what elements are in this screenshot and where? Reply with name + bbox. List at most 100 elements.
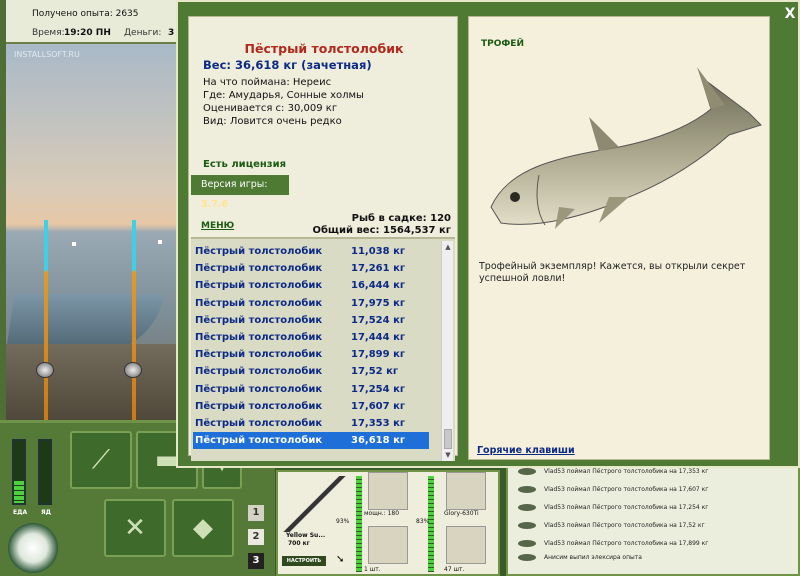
rarity-info: Вид: Ловится очень редко — [203, 116, 342, 127]
fish-icon: ◆ — [193, 513, 213, 543]
catch-fish-name: Пёстрый толстолобик — [195, 280, 323, 292]
catch-row[interactable]: Пёстрый толстолобик 11,038 кг — [193, 243, 429, 260]
catch-weight: 11,038 кг — [351, 246, 406, 257]
log-item: Vlad53 поймал Пёстрого толстолобика на 1… — [518, 500, 708, 514]
catch-weight: 17,899 кг — [351, 349, 406, 361]
rod-durability-bar — [356, 476, 362, 572]
catch-row[interactable]: Пёстрый толстолобик 17,899 кг — [193, 346, 429, 363]
catch-weight: 17,254 кг — [351, 383, 406, 395]
food-level — [14, 481, 24, 503]
fishing-scene[interactable]: INSTALLSOFT.RU — [6, 44, 176, 420]
reel-slot[interactable] — [368, 472, 408, 510]
catch-row[interactable]: Пёстрый толстолобик 17,52 кг — [193, 363, 429, 380]
float-marker — [72, 242, 76, 246]
keepnet-count: Рыб в садке: 120 — [351, 213, 451, 224]
page-button-2[interactable]: 2 — [248, 529, 264, 545]
location-info: Где: Амударья, Сонные холмы — [203, 90, 364, 101]
food-gauge — [12, 439, 26, 505]
scrollbar[interactable]: ▲ ▼ — [441, 241, 453, 461]
rod-weight: 700 кг — [288, 540, 310, 547]
catch-row[interactable]: Пёстрый толстолобик 17,254 кг — [193, 381, 429, 398]
fish-icon — [518, 553, 536, 561]
fish-weight: Вес: 36,618 кг (зачетная) — [203, 58, 372, 72]
line-slot[interactable] — [446, 472, 486, 510]
catch-row[interactable]: Пёстрый толстолобик 17,607 кг — [193, 398, 429, 415]
catch-fish-name: Пёстрый толстолобик — [195, 383, 323, 395]
bait-slot[interactable] — [446, 526, 486, 564]
version-value: 3.7.6 — [201, 199, 229, 210]
catch-weight: 17,261 кг — [351, 263, 406, 275]
menu-link[interactable]: МЕНЮ — [201, 221, 234, 231]
float-marker — [158, 240, 162, 244]
catch-row[interactable]: Пёстрый толстолобик 17,261 кг — [193, 260, 429, 277]
catch-weight: 17,353 кг — [351, 418, 406, 429]
fish-name: Пёстрый толстолобик — [244, 41, 404, 56]
catch-row[interactable]: Пёстрый толстолобик 17,353 кг — [193, 415, 429, 432]
catch-row[interactable]: Пёстрый толстолобик 17,524 кг — [193, 312, 429, 329]
reel-icon — [36, 362, 54, 378]
scroll-thumb[interactable] — [444, 429, 452, 449]
poison-label: ЯД — [41, 509, 51, 516]
fish-icon — [518, 503, 536, 511]
log-item: Vlad53 поймал Пёстрого толстолобика на 1… — [518, 482, 708, 496]
fishing-rod-2[interactable] — [132, 220, 136, 420]
time-label: Время: — [32, 28, 65, 38]
hook-slot[interactable] — [368, 526, 408, 564]
log-item: Анисим выпил элексира опыта — [518, 550, 642, 564]
line-name: Glory-630Ti — [444, 510, 479, 517]
catch-row[interactable]: Пёстрый толстолобик 36,618 кг — [193, 432, 429, 450]
rod-icon: ⟋ — [91, 444, 111, 475]
catch-dialog: X Пёстрый толстолобик Вес: 36,618 кг (за… — [176, 0, 800, 468]
reel-icon — [124, 362, 142, 378]
catch-weight: 17,444 кг — [351, 332, 406, 343]
keepnet-summary: Рыб в садке: 120 Общий вес: 1564,537 кг — [312, 213, 451, 237]
cauldron-icon[interactable] — [8, 523, 58, 573]
rod-name: Yellow Su... — [286, 532, 326, 539]
fork-knife-icon: ✕ — [124, 513, 146, 543]
catch-weight: 36,618 кг — [351, 435, 406, 447]
catch-weight: 17,607 кг — [351, 400, 406, 412]
catch-fish-name: Пёстрый толстолобик — [195, 400, 323, 412]
catch-fish-name: Пёстрый толстолобик — [195, 435, 323, 447]
valuation-info: Оценивается с: 30,009 кг — [203, 103, 338, 114]
page-button-3[interactable]: 3 — [248, 553, 264, 569]
reel-power: мощн.: 180 — [364, 510, 400, 517]
hook-count: 1 шт. — [364, 566, 381, 573]
fish-button[interactable]: ◆ — [172, 499, 234, 557]
fish-icon — [518, 521, 536, 529]
catch-fish-name: Пёстрый толстолобик — [195, 263, 323, 275]
catch-fish-name: Пёстрый толстолобик — [195, 332, 323, 343]
catch-fish-name: Пёстрый толстолобик — [195, 366, 323, 378]
rod-percent: 93% — [336, 518, 350, 525]
hotkeys-link[interactable]: Горячие клавиши — [477, 445, 575, 456]
food-label: ЕДА — [13, 509, 28, 516]
tackle-button[interactable]: ⟋ — [70, 431, 132, 489]
game-screen: Получено опыта: 2635 Время: 19:20 ПН Ден… — [0, 0, 800, 576]
setup-button[interactable]: НАСТРОИТЬ — [282, 556, 326, 566]
catch-row[interactable]: Пёстрый толстолобик 17,975 кг — [193, 295, 429, 312]
catch-list[interactable]: Пёстрый толстолобик 11,038 кг Пёстрый толс… — [191, 237, 455, 461]
money-label: Деньги: — [124, 28, 162, 38]
catch-fish-name: Пёстрый толстолобик — [195, 297, 323, 309]
fish-icon — [518, 485, 536, 493]
close-button[interactable]: X — [782, 6, 798, 22]
catch-row[interactable]: Пёстрый толстолобик 17,444 кг — [193, 329, 429, 346]
catch-row[interactable]: Пёстрый толстолобик 16,444 кг — [193, 277, 429, 294]
fish-icon — [518, 539, 536, 547]
watermark-text: INSTALLSOFT.RU — [14, 50, 80, 59]
money-value: 3 — [168, 28, 175, 38]
food-button[interactable]: ✕ — [104, 499, 166, 557]
bait-info: На что поймана: Нереис — [203, 77, 332, 88]
status-hud: Получено опыта: 2635 Время: 19:20 ПН Ден… — [0, 0, 190, 44]
scroll-up-icon[interactable]: ▲ — [442, 241, 454, 253]
catch-fish-name: Пёстрый толстолобик — [195, 246, 323, 257]
time-value: 19:20 ПН — [64, 28, 111, 38]
bait-count: 47 шт. — [444, 566, 465, 573]
scroll-down-icon[interactable]: ▼ — [442, 449, 454, 461]
version-label: Версия игры: — [201, 179, 268, 190]
page-button-1[interactable]: 1 — [248, 505, 264, 521]
reel-percent: 83% — [416, 518, 430, 525]
catch-weight: 16,444 кг — [351, 280, 406, 292]
catch-weight: 17,524 кг — [351, 314, 406, 326]
fishing-rod-1[interactable] — [44, 220, 48, 420]
